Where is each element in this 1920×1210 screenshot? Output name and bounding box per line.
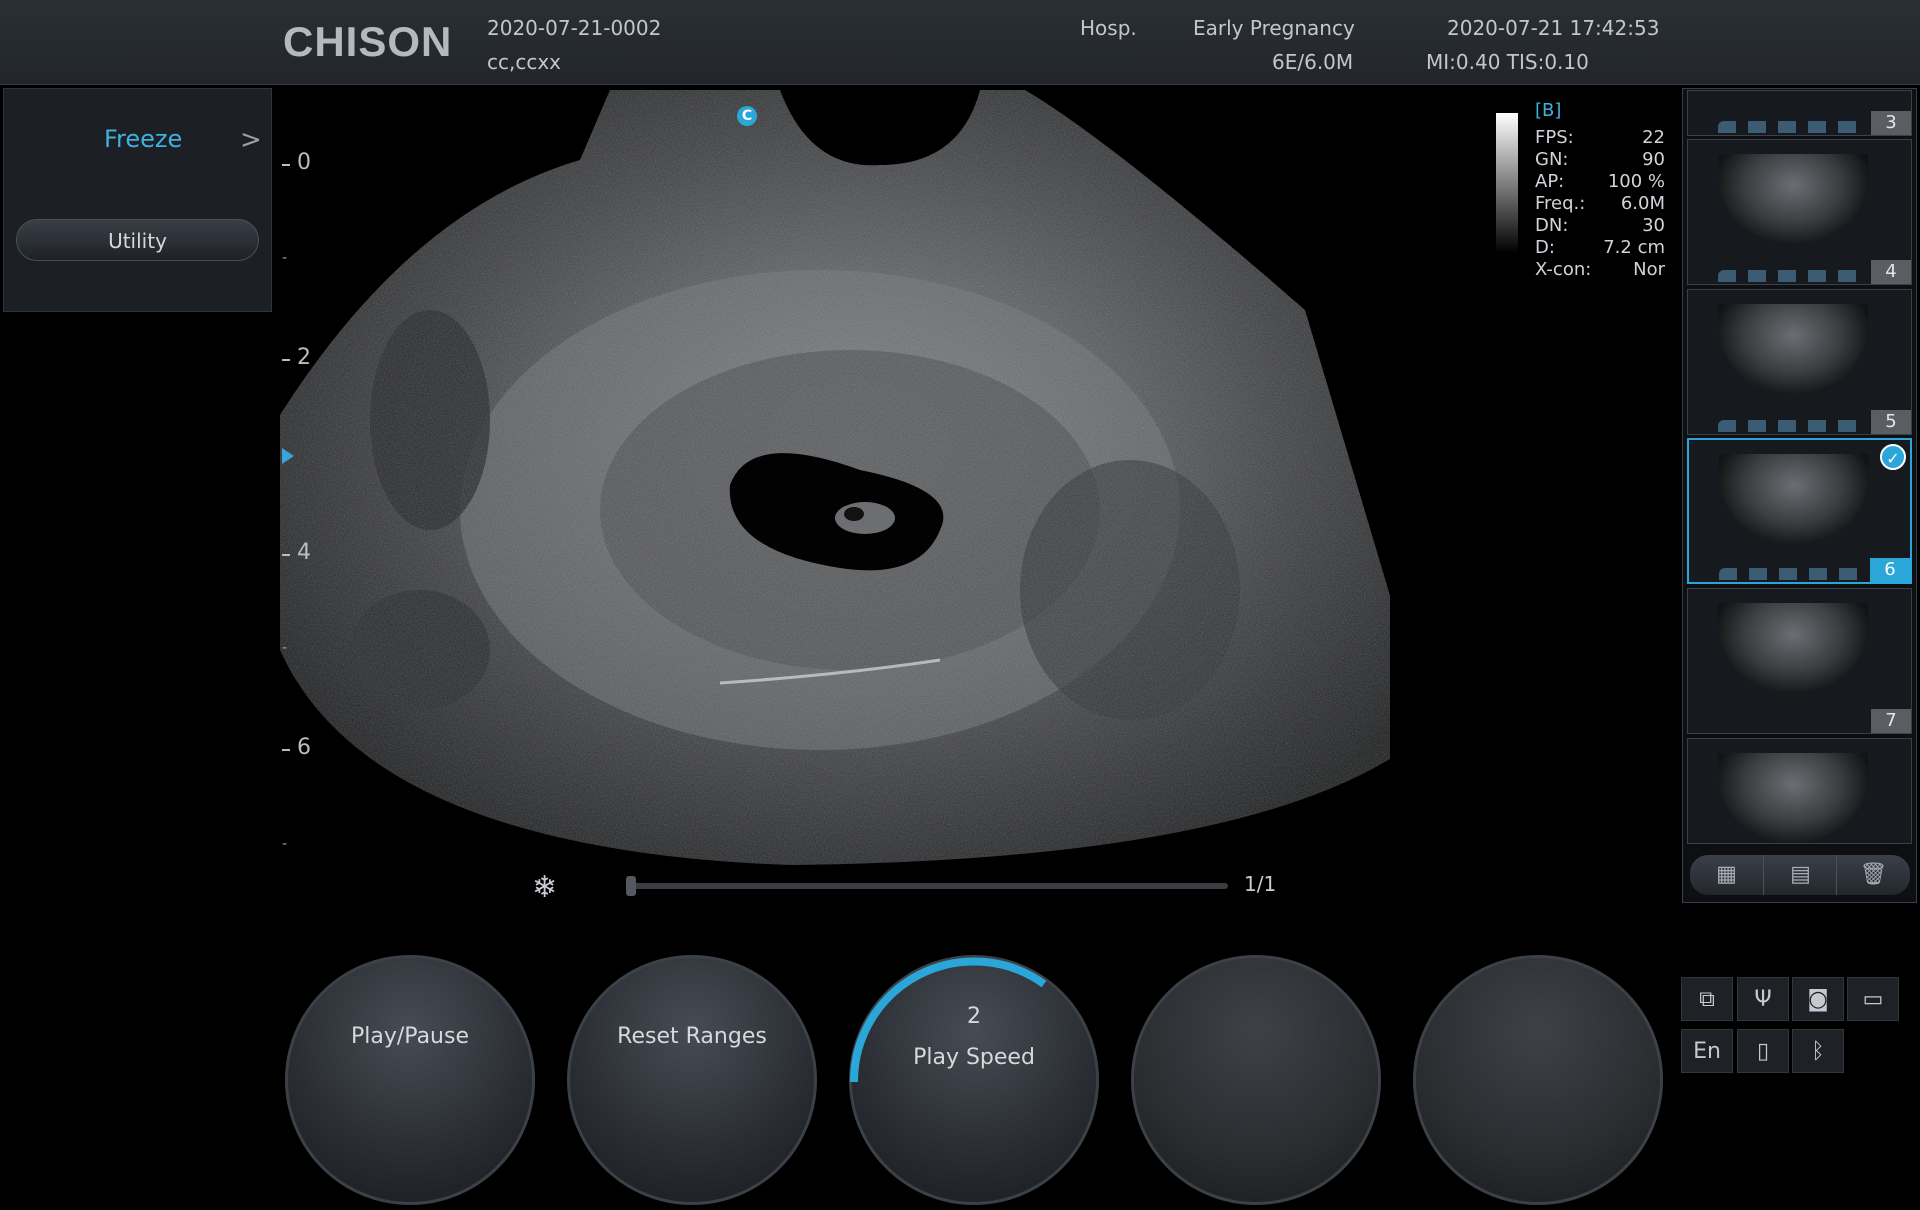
printer-icon[interactable]: ▭ bbox=[1847, 977, 1899, 1021]
thumbnail-item[interactable] bbox=[1687, 738, 1912, 844]
play-speed-arc bbox=[849, 957, 1047, 1083]
thumbnail-number: 7 bbox=[1871, 709, 1911, 733]
thumbnail-number: 4 bbox=[1871, 260, 1911, 284]
cine-slider-handle[interactable] bbox=[626, 876, 636, 896]
usb-icon[interactable]: Ψ bbox=[1737, 977, 1789, 1021]
checkmark-icon: ✓ bbox=[1880, 444, 1906, 470]
language-indicator[interactable]: En bbox=[1681, 1029, 1733, 1073]
thumbnail-knob-strip bbox=[1718, 420, 1868, 432]
top-header-bar: CHISON 2020-07-21-0002 cc,ccxx Hosp. Ear… bbox=[0, 0, 1920, 85]
depth-label-0: 0 bbox=[297, 150, 311, 175]
thumbnail-item[interactable]: 7 bbox=[1687, 588, 1912, 734]
empty-knob-4[interactable] bbox=[1131, 955, 1381, 1205]
imaging-mode-label: [B] bbox=[1535, 100, 1562, 121]
thumbnail-number: 5 bbox=[1871, 410, 1911, 434]
depth-minor-tick: - bbox=[282, 836, 288, 852]
bluetooth-icon[interactable]: ᛒ bbox=[1792, 1029, 1844, 1073]
thumbnail-preview bbox=[1719, 454, 1869, 544]
grayscale-bar bbox=[1496, 113, 1518, 253]
brand-logo: CHISON bbox=[283, 18, 453, 65]
thumbnail-knob-strip bbox=[1718, 121, 1868, 133]
cine-slider-track[interactable] bbox=[630, 883, 1228, 889]
thumbnail-preview bbox=[1718, 753, 1868, 843]
orientation-marker: C bbox=[737, 106, 757, 126]
snowflake-icon: ❄ bbox=[532, 870, 558, 905]
exam-preset: Early Pregnancy bbox=[1193, 16, 1355, 40]
depth-minor-tick: - bbox=[282, 640, 288, 656]
depth-label-6: 6 bbox=[297, 735, 311, 760]
date-time: 2020-07-21 17:42:53 bbox=[1447, 16, 1660, 40]
thumbnail-number: 3 bbox=[1871, 111, 1911, 135]
chevron-right-icon[interactable]: > bbox=[240, 125, 262, 155]
thumbnail-preview bbox=[1718, 603, 1868, 693]
thumbnail-preview bbox=[1718, 304, 1868, 394]
freeze-menu-item[interactable]: Freeze bbox=[104, 125, 182, 153]
thumbnail-knob-strip bbox=[1718, 270, 1868, 282]
depth-label-4: 4 bbox=[297, 540, 311, 565]
trash-icon[interactable]: 🗑 bbox=[1836, 855, 1910, 895]
patient-id: 2020-07-21-0002 bbox=[487, 16, 662, 40]
thumbnail-item[interactable]: 4 bbox=[1687, 139, 1912, 285]
reset-ranges-knob[interactable] bbox=[567, 955, 817, 1205]
play-speed-value: 2 bbox=[967, 1004, 981, 1029]
storage-icon[interactable]: ◙ bbox=[1792, 977, 1844, 1021]
mi-tis-index: MI:0.40 TIS:0.10 bbox=[1426, 50, 1589, 74]
reset-ranges-label: Reset Ranges bbox=[617, 1024, 767, 1049]
frame-counter: 1/1 bbox=[1244, 872, 1277, 896]
thumbnail-preview bbox=[1718, 154, 1868, 244]
focus-marker-icon[interactable] bbox=[282, 448, 294, 464]
depth-minor-tick: - bbox=[282, 250, 288, 266]
probe-frequency: 6E/6.0M bbox=[1272, 50, 1354, 74]
patient-name: cc,ccxx bbox=[487, 50, 562, 74]
battery-icon: ▯ bbox=[1737, 1029, 1789, 1073]
thumbnail-item-selected[interactable]: ✓ 6 bbox=[1687, 438, 1912, 584]
empty-knob-5[interactable] bbox=[1413, 955, 1663, 1205]
play-pause-label: Play/Pause bbox=[351, 1024, 469, 1049]
thumbnail-item[interactable]: 3 bbox=[1687, 90, 1912, 136]
utility-button[interactable]: Utility bbox=[16, 219, 259, 261]
play-speed-label: Play Speed bbox=[913, 1045, 1035, 1070]
report-icon[interactable]: ▤ bbox=[1763, 855, 1837, 895]
thumbnail-knob-strip bbox=[1719, 568, 1869, 580]
thumbnail-item[interactable]: 5 bbox=[1687, 289, 1912, 435]
thumbnail-number: 6 bbox=[1870, 558, 1910, 582]
select-all-icon[interactable]: ▦ bbox=[1690, 855, 1763, 895]
depth-label-2: 2 bbox=[297, 345, 311, 370]
network-icon[interactable]: ⧉ bbox=[1681, 977, 1733, 1021]
left-menu-panel: Freeze > Utility bbox=[3, 88, 272, 312]
play-pause-knob[interactable] bbox=[285, 955, 535, 1205]
hospital-name: Hosp. bbox=[1080, 16, 1137, 40]
thumbnail-toolbar: ▦ ▤ 🗑 bbox=[1690, 855, 1910, 895]
ultrasound-image[interactable] bbox=[280, 90, 1390, 880]
